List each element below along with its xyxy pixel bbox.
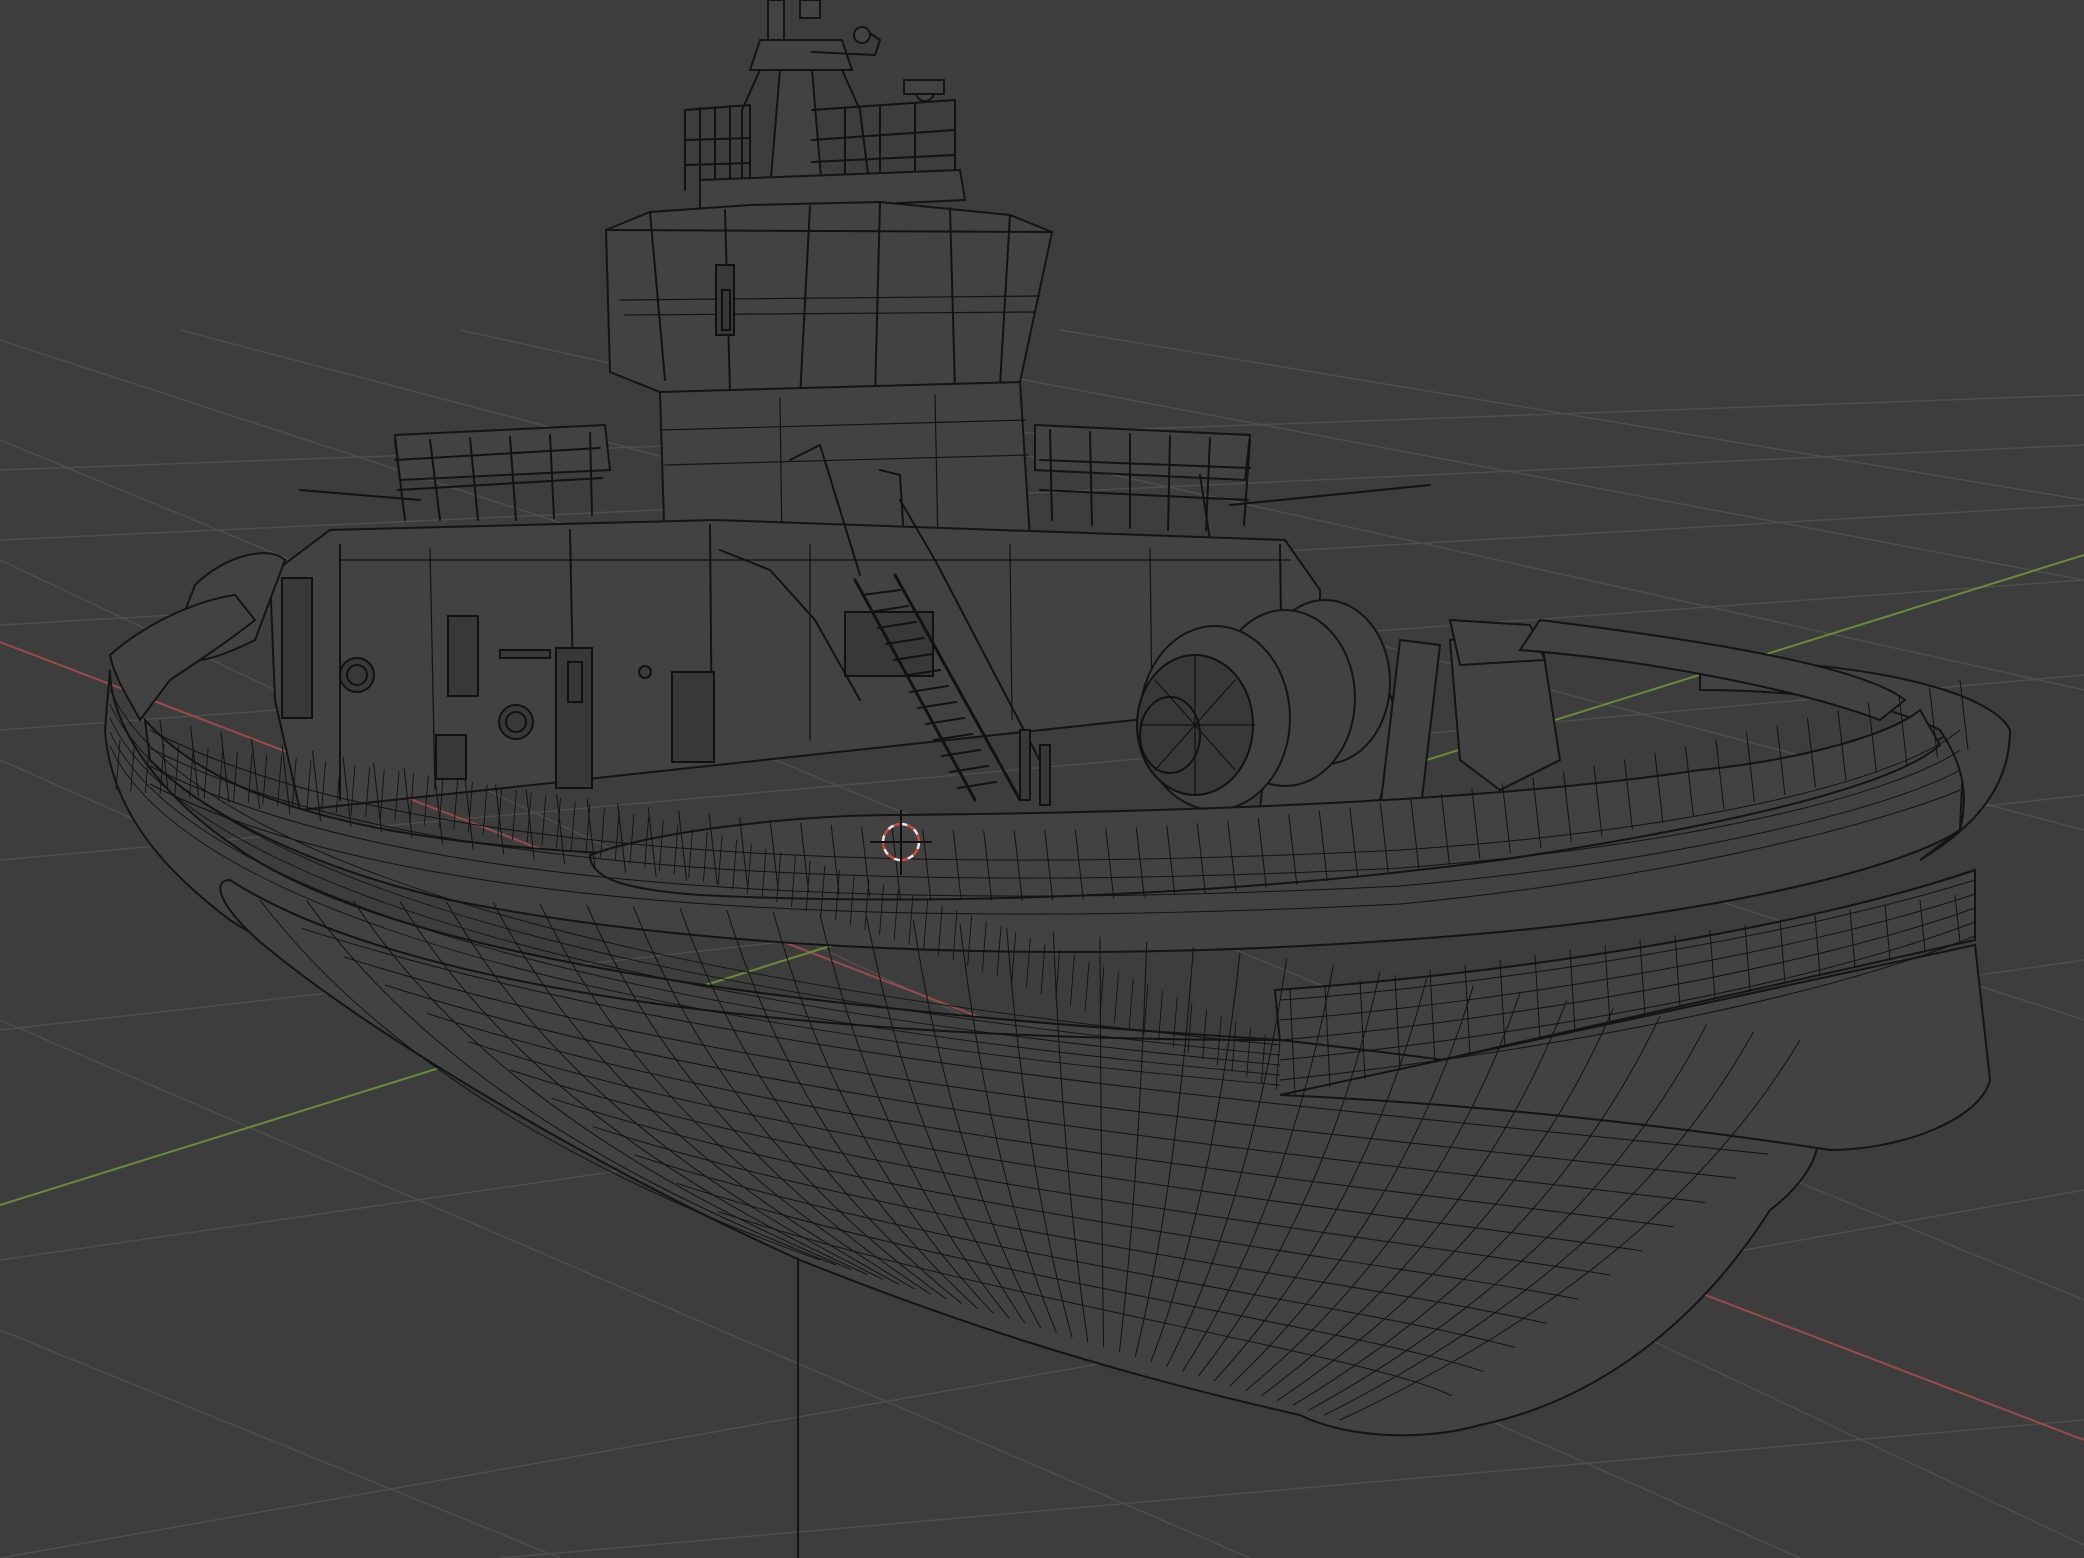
mast — [684, 0, 967, 214]
3d-viewport[interactable] — [0, 0, 2084, 1558]
viewport-canvas[interactable] — [0, 0, 2084, 1558]
wheelhouse — [604, 200, 1054, 557]
tugboat-mesh[interactable] — [103, 0, 2012, 1437]
